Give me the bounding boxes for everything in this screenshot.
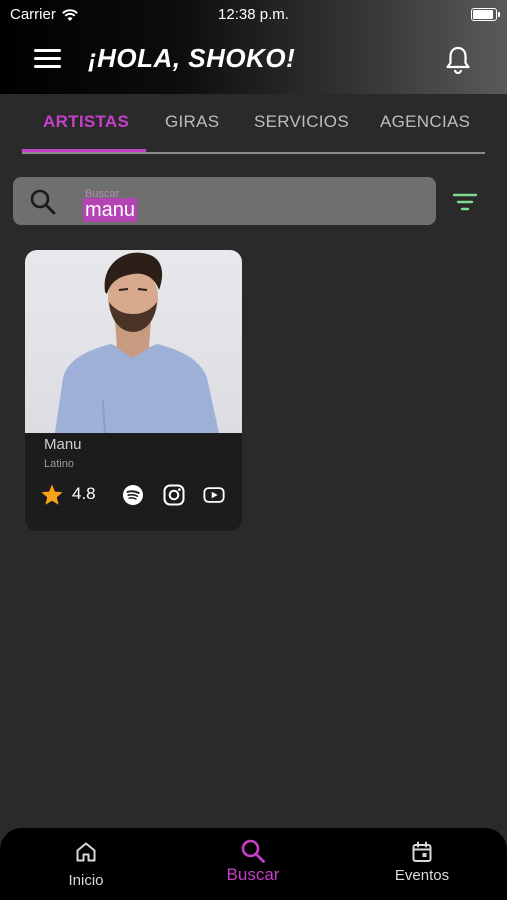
nav-inicio-label: Inicio — [68, 872, 104, 889]
search-icon — [241, 839, 265, 863]
battery-icon — [471, 8, 500, 21]
star-icon — [41, 484, 63, 505]
status-time: 12:38 p.m. — [218, 6, 289, 23]
spotify-icon[interactable] — [122, 484, 144, 506]
home-icon — [76, 842, 96, 862]
search-icon — [30, 189, 56, 215]
artist-photo — [25, 250, 242, 433]
page-title: ¡HOLA, SHOKO! — [88, 43, 296, 73]
tab-artistas[interactable]: ARTISTAS — [43, 112, 129, 132]
app-header: Carrier 12:38 p.m. ¡HOLA, SHOKO! — [0, 0, 507, 94]
nav-inicio[interactable]: Inicio — [26, 828, 146, 900]
nav-buscar-label: Buscar — [226, 865, 280, 884]
artist-card[interactable]: Manu Latino 4.8 — [25, 250, 242, 531]
notifications-bell-icon[interactable] — [442, 44, 474, 76]
calendar-icon — [412, 841, 432, 862]
tab-giras[interactable]: GIRAS — [165, 112, 219, 132]
nav-eventos-label: Eventos — [394, 867, 450, 884]
artist-name: Manu — [44, 436, 82, 453]
nav-eventos[interactable]: Eventos — [362, 828, 482, 900]
menu-button[interactable] — [34, 47, 62, 71]
active-tab-indicator — [22, 149, 146, 152]
search-query: manu — [83, 198, 138, 222]
search-input[interactable]: Buscar manu — [13, 177, 436, 225]
filter-icon[interactable] — [450, 188, 480, 216]
instagram-icon[interactable] — [163, 484, 185, 506]
status-bar: Carrier 12:38 p.m. — [0, 0, 507, 28]
youtube-icon[interactable] — [203, 484, 225, 506]
tab-servicios[interactable]: SERVICIOS — [254, 112, 349, 132]
category-tabs: ARTISTAS GIRAS SERVICIOS AGENCIAS — [22, 104, 485, 154]
artist-rating: 4.8 — [72, 484, 96, 503]
nav-buscar[interactable]: Buscar — [193, 828, 313, 900]
tab-agencias[interactable]: AGENCIAS — [380, 112, 470, 132]
bottom-navigation: Inicio Buscar Eventos — [0, 828, 507, 900]
artist-genre: Latino — [44, 458, 74, 470]
